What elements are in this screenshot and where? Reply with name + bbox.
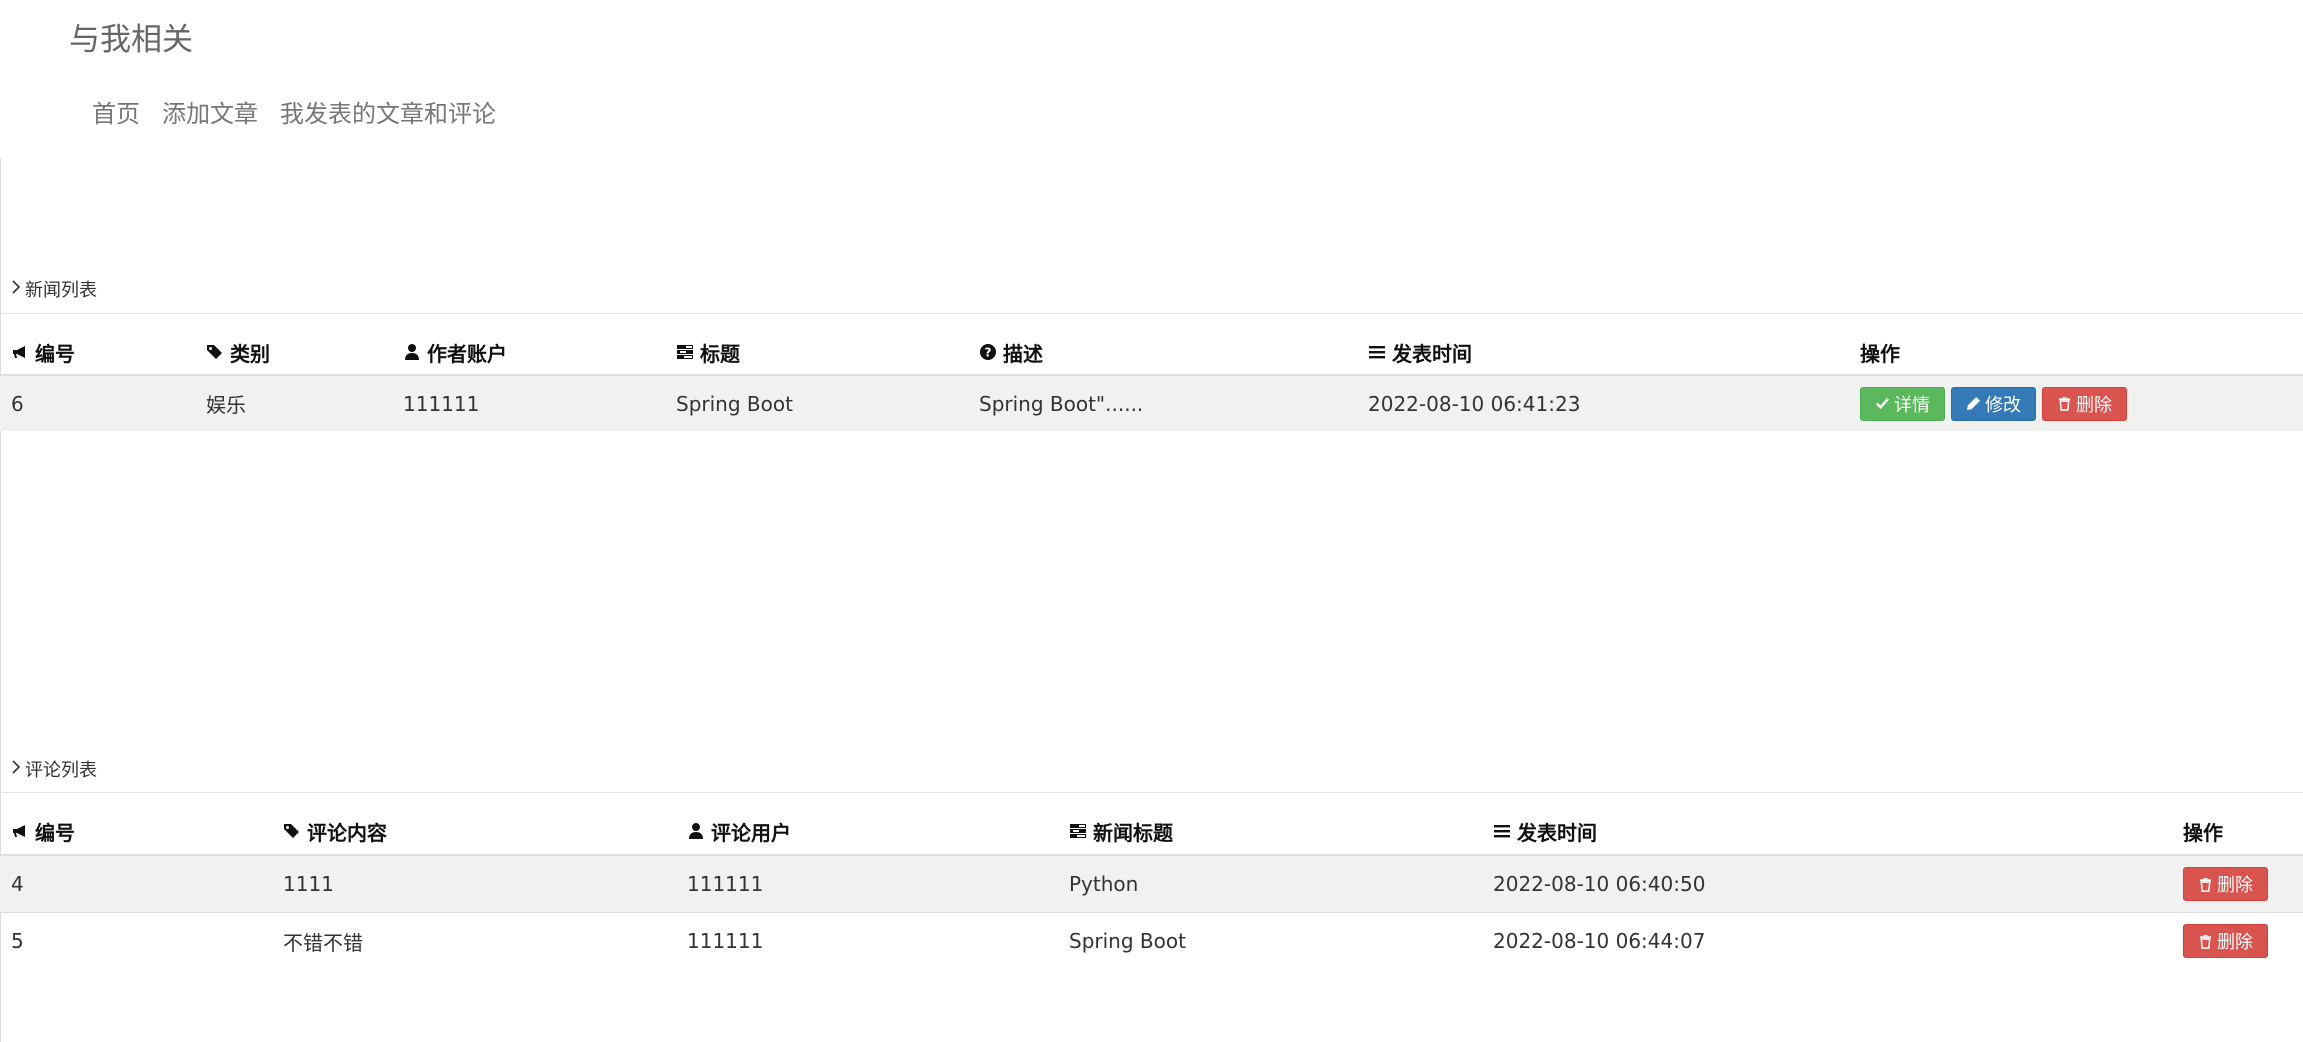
table-row: 4 1111 111111 Python 2022-08-10 06:40:50… bbox=[0, 856, 2303, 912]
comment-cell-id: 5 bbox=[11, 929, 24, 953]
comment-cell-news-title: Spring Boot bbox=[1069, 929, 1186, 953]
check-icon bbox=[1875, 396, 1890, 411]
comment-cell-time: 2022-08-10 06:40:50 bbox=[1493, 872, 1706, 896]
comment-cell-user: 111111 bbox=[687, 872, 764, 896]
comments-section-label: 评论列表 bbox=[25, 760, 97, 781]
comment-cell-actions: 删除 bbox=[2183, 913, 2268, 969]
comment-cell-id: 4 bbox=[11, 872, 24, 896]
top-nav: 首页 添加文章 我发表的文章和评论 bbox=[92, 94, 496, 128]
comment-cell-news-title: Python bbox=[1069, 872, 1139, 896]
bullhorn-icon bbox=[11, 343, 29, 361]
table-row: 5 不错不错 111111 Spring Boot 2022-08-10 06:… bbox=[0, 912, 2303, 969]
news-section-label: 新闻列表 bbox=[25, 280, 97, 301]
chevron-right-icon bbox=[11, 759, 21, 780]
comments-col-news-title: 新闻标题 bbox=[1069, 808, 1173, 854]
tags-icon bbox=[206, 343, 224, 361]
comments-table-header: 编号 评论内容 评论用户 新闻标题 发表时间 操作 bbox=[0, 808, 2303, 856]
comment-cell-actions: 删除 bbox=[2183, 856, 2268, 912]
delete-comment-button[interactable]: 删除 bbox=[2183, 924, 2268, 958]
comments-col-user: 评论用户 bbox=[687, 808, 791, 854]
table-row: 6 娱乐 111111 Spring Boot Spring Boot"....… bbox=[0, 376, 2303, 431]
question-circle-icon: ? bbox=[979, 343, 997, 361]
edit-button[interactable]: 修改 bbox=[1951, 386, 2036, 421]
nav-link-add-article[interactable]: 添加文章 bbox=[162, 94, 258, 128]
trash-icon bbox=[2057, 396, 2072, 411]
news-col-author: 作者账户 bbox=[403, 330, 507, 374]
news-col-category: 类别 bbox=[206, 330, 270, 374]
comments-section-divider bbox=[0, 792, 2303, 793]
detail-button[interactable]: 详情 bbox=[1860, 386, 1945, 421]
comment-cell-user: 111111 bbox=[687, 929, 764, 953]
bullhorn-icon bbox=[11, 822, 29, 840]
news-cell-title: Spring Boot bbox=[676, 391, 793, 416]
news-cell-category: 娱乐 bbox=[206, 393, 246, 417]
brand-title[interactable]: 与我相关 bbox=[69, 14, 193, 59]
user-icon bbox=[687, 822, 705, 840]
news-col-id: 编号 bbox=[11, 330, 75, 374]
pencil-icon bbox=[1966, 396, 1981, 411]
news-col-actions: 操作 bbox=[1860, 341, 1900, 366]
user-icon bbox=[403, 343, 421, 361]
trash-icon bbox=[2198, 934, 2213, 949]
trash-icon bbox=[2198, 877, 2213, 892]
tasks-icon bbox=[676, 343, 694, 361]
list-icon bbox=[1493, 822, 1511, 840]
nav-link-home[interactable]: 首页 bbox=[92, 94, 140, 128]
list-icon bbox=[1368, 343, 1386, 361]
comment-cell-time: 2022-08-10 06:44:07 bbox=[1493, 929, 1706, 953]
comments-col-content: 评论内容 bbox=[283, 808, 387, 854]
news-cell-description: Spring Boot"...... bbox=[979, 391, 1144, 416]
news-cell-actions: 详情 修改 删除 bbox=[1860, 376, 2127, 431]
comment-cell-content: 1111 bbox=[283, 872, 334, 896]
comments-col-id: 编号 bbox=[11, 808, 75, 854]
delete-button[interactable]: 删除 bbox=[2042, 386, 2127, 421]
comment-cell-content: 不错不错 bbox=[283, 930, 363, 955]
news-section-divider bbox=[0, 313, 2303, 314]
svg-text:?: ? bbox=[985, 346, 992, 360]
comments-col-actions: 操作 bbox=[2183, 820, 2223, 845]
news-col-description: ? 描述 bbox=[979, 330, 1043, 374]
comments-col-time: 发表时间 bbox=[1493, 808, 1597, 854]
news-cell-id: 6 bbox=[11, 391, 24, 416]
tasks-icon bbox=[1069, 822, 1087, 840]
chevron-right-icon bbox=[11, 279, 21, 300]
comments-section-title: 评论列表 bbox=[11, 756, 97, 782]
delete-comment-button[interactable]: 删除 bbox=[2183, 867, 2268, 901]
tags-icon bbox=[283, 822, 301, 840]
news-table-header: 编号 类别 作者账户 标题 ? 描述 发表时间 操作 bbox=[0, 330, 2303, 376]
nav-link-my-articles[interactable]: 我发表的文章和评论 bbox=[280, 94, 496, 128]
news-col-title: 标题 bbox=[676, 330, 740, 374]
news-cell-author: 111111 bbox=[403, 391, 480, 416]
news-cell-time: 2022-08-10 06:41:23 bbox=[1368, 391, 1581, 416]
news-section-title: 新闻列表 bbox=[11, 276, 97, 302]
news-col-time: 发表时间 bbox=[1368, 330, 1472, 374]
